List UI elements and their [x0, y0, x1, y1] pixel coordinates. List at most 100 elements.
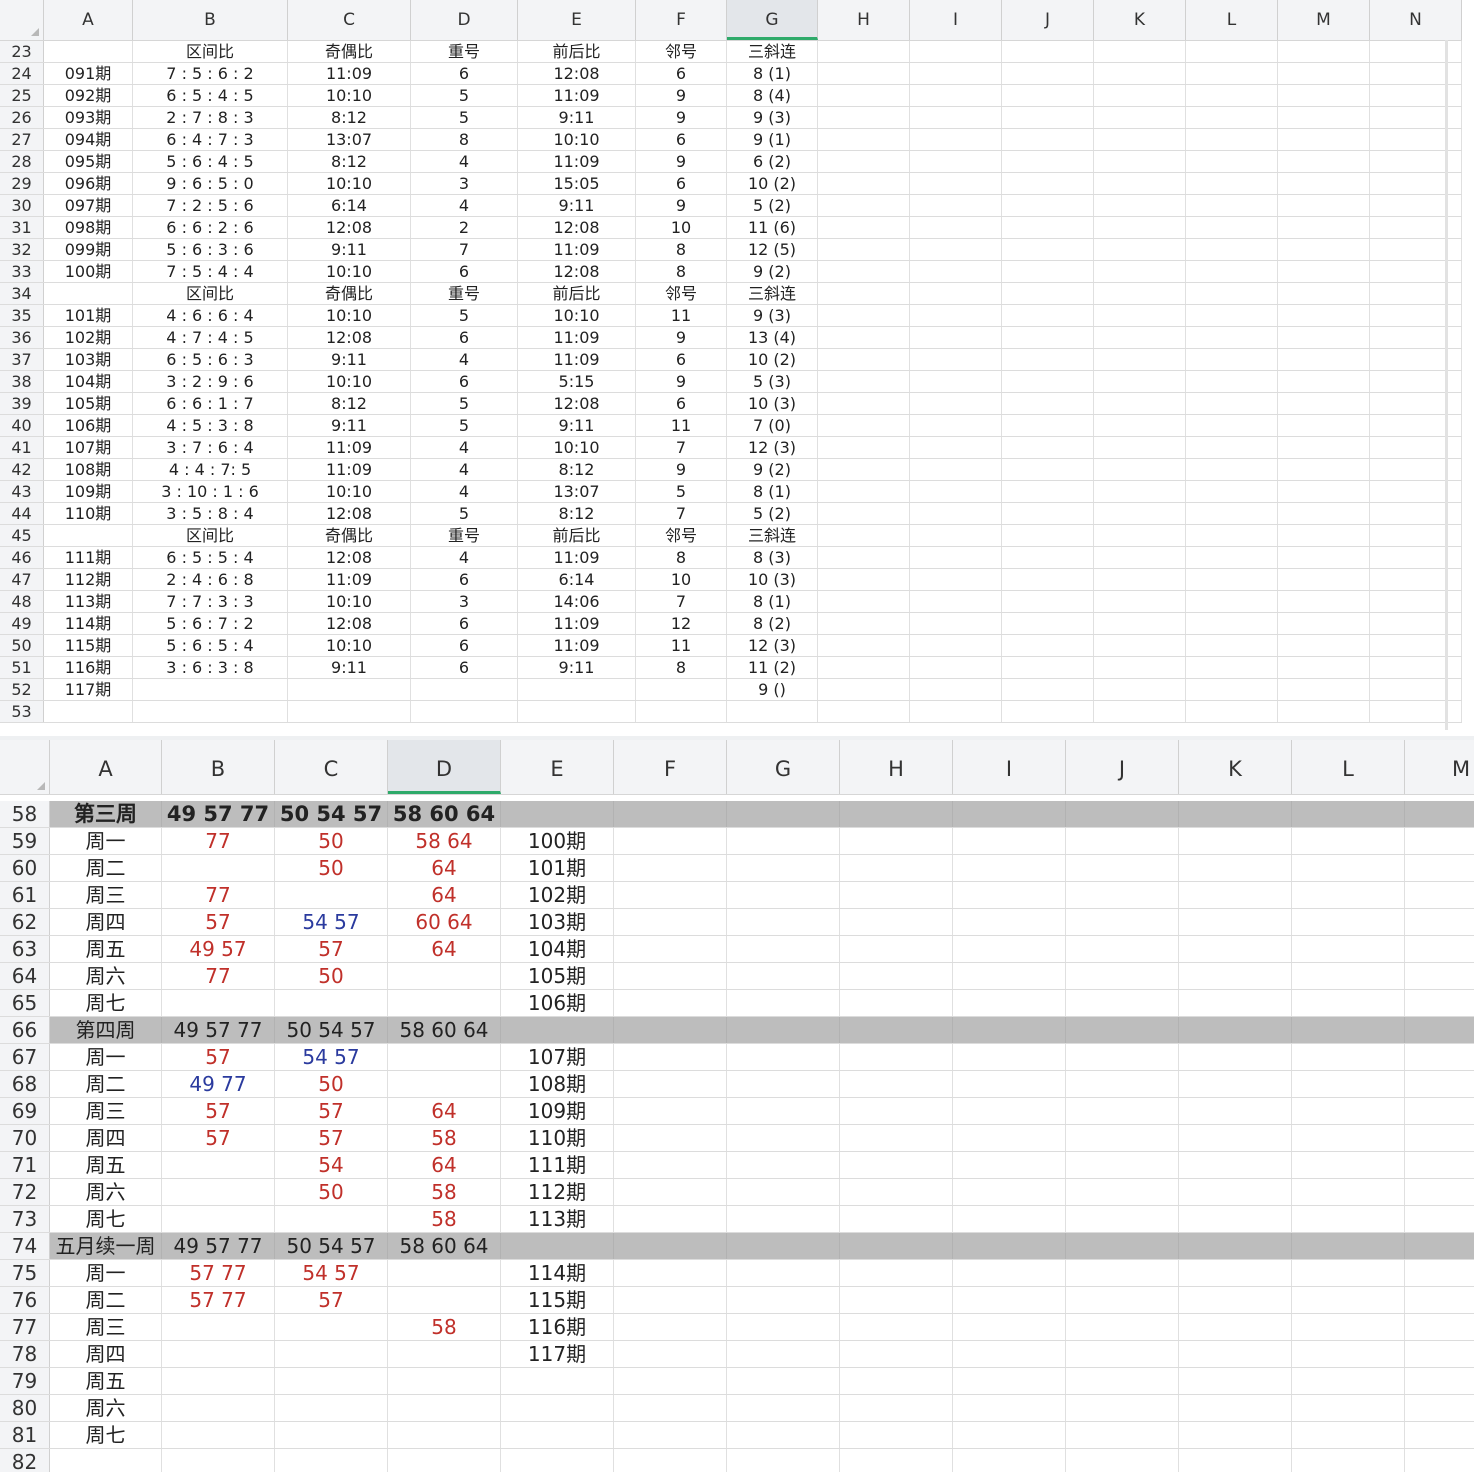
cell-b39[interactable]: 6 : 6 : 1 : 7: [133, 393, 288, 414]
cell-a32[interactable]: 099期: [44, 239, 133, 260]
cell-m58[interactable]: [1405, 801, 1474, 827]
cell-a31[interactable]: 098期: [44, 217, 133, 238]
cell-j40[interactable]: [1002, 415, 1094, 436]
cell-d65[interactable]: [388, 990, 501, 1016]
cell-n37[interactable]: [1370, 349, 1462, 370]
cell-h80[interactable]: [840, 1395, 953, 1421]
cell-d32[interactable]: 7: [411, 239, 518, 260]
cell-j46[interactable]: [1002, 547, 1094, 568]
row-number[interactable]: 36: [0, 327, 44, 348]
row-number[interactable]: 40: [0, 415, 44, 436]
cell-k81[interactable]: [1179, 1422, 1292, 1448]
cell-l73[interactable]: [1292, 1206, 1405, 1232]
cell-j73[interactable]: [1066, 1206, 1179, 1232]
cell-b81[interactable]: [162, 1422, 275, 1448]
cell-i61[interactable]: [953, 882, 1066, 908]
cell-l25[interactable]: [1186, 85, 1278, 106]
cell-b60[interactable]: [162, 855, 275, 881]
cell-g52[interactable]: 9 (): [727, 679, 818, 700]
cell-m62[interactable]: [1405, 909, 1474, 935]
cell-d33[interactable]: 6: [411, 261, 518, 282]
cell-h46[interactable]: [818, 547, 910, 568]
cell-e78[interactable]: 117期: [501, 1341, 614, 1367]
cell-e77[interactable]: 116期: [501, 1314, 614, 1340]
cell-f23[interactable]: 邻号: [636, 41, 727, 62]
cell-l69[interactable]: [1292, 1098, 1405, 1124]
column-header-c[interactable]: C: [288, 0, 411, 40]
cell-c75[interactable]: 54 57: [275, 1260, 388, 1286]
cell-c26[interactable]: 8:12: [288, 107, 411, 128]
cell-m60[interactable]: [1405, 855, 1474, 881]
cell-l64[interactable]: [1292, 963, 1405, 989]
cell-a40[interactable]: 106期: [44, 415, 133, 436]
cell-n24[interactable]: [1370, 63, 1462, 84]
cell-m71[interactable]: [1405, 1152, 1474, 1178]
row-number[interactable]: 73: [0, 1206, 50, 1232]
cell-m42[interactable]: [1278, 459, 1370, 480]
cell-b58[interactable]: 49 57 77: [162, 801, 275, 827]
row-number[interactable]: 78: [0, 1341, 50, 1367]
cell-c61[interactable]: [275, 882, 388, 908]
cell-k42[interactable]: [1094, 459, 1186, 480]
row-number[interactable]: 34: [0, 283, 44, 304]
cell-h34[interactable]: [818, 283, 910, 304]
cell-k35[interactable]: [1094, 305, 1186, 326]
cell-c38[interactable]: 10:10: [288, 371, 411, 392]
cell-j78[interactable]: [1066, 1341, 1179, 1367]
cell-h74[interactable]: [840, 1233, 953, 1259]
cell-d35[interactable]: 5: [411, 305, 518, 326]
cell-g67[interactable]: [727, 1044, 840, 1070]
row-number[interactable]: 47: [0, 569, 44, 590]
cell-a36[interactable]: 102期: [44, 327, 133, 348]
cell-n46[interactable]: [1370, 547, 1462, 568]
cell-j27[interactable]: [1002, 129, 1094, 150]
cell-c68[interactable]: 50: [275, 1071, 388, 1097]
cell-e76[interactable]: 115期: [501, 1287, 614, 1313]
cell-b51[interactable]: 3 : 6 : 3 : 8: [133, 657, 288, 678]
cell-b36[interactable]: 4 : 7 : 4 : 5: [133, 327, 288, 348]
cell-m40[interactable]: [1278, 415, 1370, 436]
cell-f40[interactable]: 11: [636, 415, 727, 436]
row-number[interactable]: 82: [0, 1449, 50, 1472]
cell-m53[interactable]: [1278, 701, 1370, 722]
cell-e32[interactable]: 11:09: [518, 239, 636, 260]
cell-m25[interactable]: [1278, 85, 1370, 106]
cell-f68[interactable]: [614, 1071, 727, 1097]
cell-a69[interactable]: 周三: [50, 1098, 162, 1124]
cell-b27[interactable]: 6 : 4 : 7 : 3: [133, 129, 288, 150]
cell-c53[interactable]: [288, 701, 411, 722]
cell-m79[interactable]: [1405, 1368, 1474, 1394]
cell-h43[interactable]: [818, 481, 910, 502]
cell-i33[interactable]: [910, 261, 1002, 282]
cell-b34[interactable]: 区间比: [133, 283, 288, 304]
cell-h42[interactable]: [818, 459, 910, 480]
row-number[interactable]: 70: [0, 1125, 50, 1151]
cell-k40[interactable]: [1094, 415, 1186, 436]
cell-d80[interactable]: [388, 1395, 501, 1421]
cell-e26[interactable]: 9:11: [518, 107, 636, 128]
cell-e40[interactable]: 9:11: [518, 415, 636, 436]
cell-k23[interactable]: [1094, 41, 1186, 62]
cell-f30[interactable]: 9: [636, 195, 727, 216]
cell-e64[interactable]: 105期: [501, 963, 614, 989]
cell-h52[interactable]: [818, 679, 910, 700]
cell-h33[interactable]: [818, 261, 910, 282]
cell-g64[interactable]: [727, 963, 840, 989]
row-number[interactable]: 30: [0, 195, 44, 216]
cell-f43[interactable]: 5: [636, 481, 727, 502]
column-header-l[interactable]: L: [1186, 0, 1278, 40]
cell-m24[interactable]: [1278, 63, 1370, 84]
cell-i43[interactable]: [910, 481, 1002, 502]
cell-h25[interactable]: [818, 85, 910, 106]
row-number[interactable]: 28: [0, 151, 44, 172]
cell-c49[interactable]: 12:08: [288, 613, 411, 634]
cell-k72[interactable]: [1179, 1179, 1292, 1205]
row-number[interactable]: 68: [0, 1071, 50, 1097]
cell-f82[interactable]: [614, 1449, 727, 1472]
cell-b37[interactable]: 6 : 5 : 6 : 3: [133, 349, 288, 370]
cell-j48[interactable]: [1002, 591, 1094, 612]
row-number[interactable]: 44: [0, 503, 44, 524]
cell-l67[interactable]: [1292, 1044, 1405, 1070]
column-header-c[interactable]: C: [275, 740, 388, 794]
cell-l60[interactable]: [1292, 855, 1405, 881]
